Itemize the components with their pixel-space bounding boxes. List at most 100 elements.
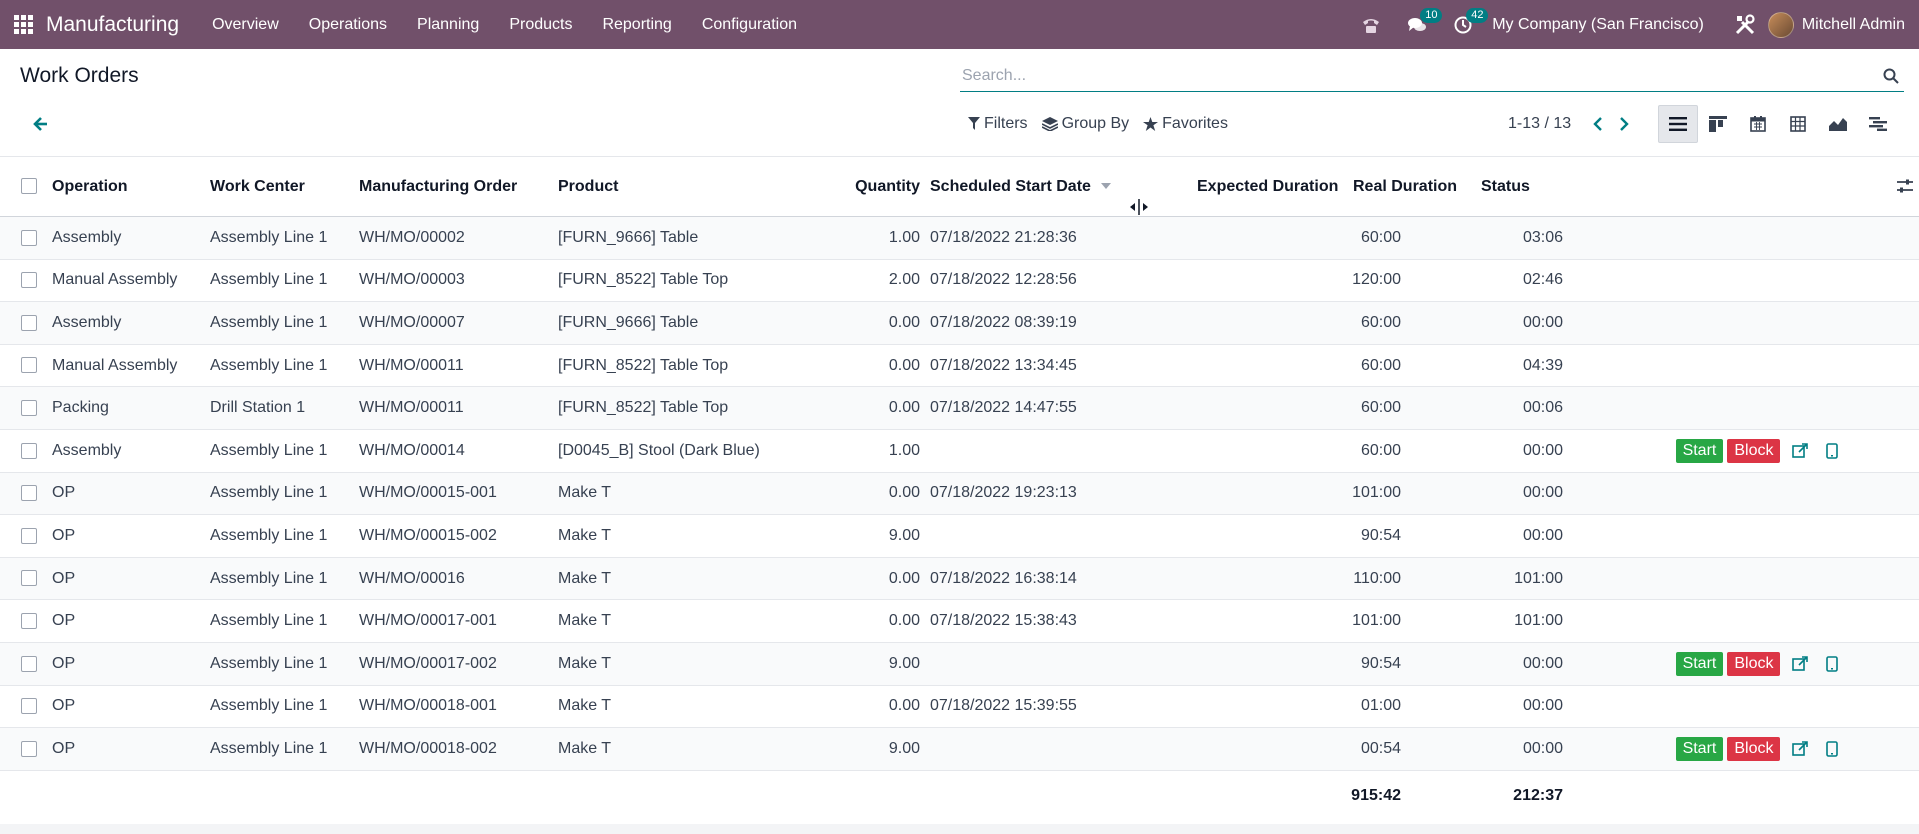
search-icon[interactable] [1878, 61, 1904, 91]
activities-clock-icon[interactable]: 42 [1440, 0, 1489, 49]
cell-quantity[interactable]: 0.00 [808, 344, 930, 388]
row-checkbox[interactable] [21, 740, 37, 757]
row-checkbox[interactable] [21, 399, 37, 416]
cell-product[interactable]: Make T [558, 599, 808, 643]
cell-product[interactable]: [FURN_9666] Table [558, 216, 808, 260]
block-button[interactable]: Block [1727, 651, 1781, 676]
row-checkbox[interactable] [21, 612, 37, 629]
cell-real-duration[interactable]: 00:00 [1421, 472, 1661, 516]
table-row[interactable]: OP Assembly Line 1 WH/MO/00017-002 Make T 9.… [0, 642, 1919, 686]
cell-expected-duration[interactable]: 60:00 [1249, 386, 1421, 430]
cell-scheduled-start[interactable] [930, 429, 1150, 473]
cell-real-duration[interactable]: 00:00 [1421, 642, 1661, 686]
gantt-view-icon[interactable] [1858, 105, 1898, 143]
open-external-icon[interactable] [1792, 739, 1809, 759]
cell-quantity[interactable]: 0.00 [808, 557, 930, 601]
cell-work-center[interactable]: Drill Station 1 [210, 386, 359, 430]
cell-expected-duration[interactable]: 60:00 [1249, 344, 1421, 388]
cell-expected-duration[interactable]: 60:00 [1249, 301, 1421, 345]
open-external-icon[interactable] [1792, 654, 1809, 674]
cell-real-duration[interactable]: 00:00 [1421, 727, 1661, 771]
row-checkbox[interactable] [21, 655, 37, 672]
row-checkbox[interactable] [21, 570, 37, 587]
cell-quantity[interactable]: 9.00 [808, 514, 930, 558]
graph-view-icon[interactable] [1818, 105, 1858, 143]
cell-expected-duration[interactable]: 101:00 [1249, 599, 1421, 643]
cell-expected-duration[interactable]: 60:00 [1249, 216, 1421, 260]
cell-quantity[interactable]: 0.00 [808, 472, 930, 516]
select-all-checkbox[interactable] [21, 178, 37, 195]
cell-scheduled-start[interactable]: 07/18/2022 19:23:13 [930, 472, 1150, 516]
phone-icon[interactable] [1348, 0, 1394, 49]
row-checkbox[interactable] [21, 698, 37, 715]
table-row[interactable]: OP Assembly Line 1 WH/MO/00018-002 Make T 9.… [0, 727, 1919, 771]
search-input[interactable] [960, 60, 1878, 91]
menu-operations[interactable]: Operations [294, 16, 402, 34]
table-row[interactable]: OP Assembly Line 1 WH/MO/00015-002 Make T 9.… [0, 514, 1919, 558]
cell-product[interactable]: [D0045_B] Stool (Dark Blue) [558, 429, 808, 473]
cell-scheduled-start[interactable]: 07/18/2022 21:28:36 [930, 216, 1150, 260]
cell-manufacturing-order[interactable]: WH/MO/00018-002 [359, 727, 558, 771]
cell-manufacturing-order[interactable]: WH/MO/00015-001 [359, 472, 558, 516]
cell-manufacturing-order[interactable]: WH/MO/00017-001 [359, 599, 558, 643]
cell-quantity[interactable]: 1.00 [808, 216, 930, 260]
col-real-duration[interactable]: Real Duration [1353, 156, 1593, 217]
cell-quantity[interactable]: 0.00 [808, 599, 930, 643]
col-operation[interactable]: Operation [52, 156, 210, 217]
cell-real-duration[interactable]: 101:00 [1421, 599, 1661, 643]
cell-product[interactable]: Make T [558, 685, 808, 729]
cell-manufacturing-order[interactable]: WH/MO/00003 [359, 259, 558, 303]
cell-real-duration[interactable]: 04:39 [1421, 344, 1661, 388]
cell-work-center[interactable]: Assembly Line 1 [210, 599, 359, 643]
table-row[interactable]: Manual Assembly Assembly Line 1 WH/MO/0000… [0, 259, 1919, 303]
cell-work-center[interactable]: Assembly Line 1 [210, 429, 359, 473]
cell-work-center[interactable]: Assembly Line 1 [210, 642, 359, 686]
row-checkbox[interactable] [21, 527, 37, 544]
cell-product[interactable]: [FURN_9666] Table [558, 301, 808, 345]
cell-product[interactable]: [FURN_8522] Table Top [558, 344, 808, 388]
cell-expected-duration[interactable]: 90:54 [1249, 642, 1421, 686]
cell-quantity[interactable]: 0.00 [808, 685, 930, 729]
cell-work-center[interactable]: Assembly Line 1 [210, 344, 359, 388]
cell-product[interactable]: Make T [558, 727, 808, 771]
filters-button[interactable]: Filters [968, 115, 1028, 133]
row-checkbox[interactable] [21, 229, 37, 246]
cell-expected-duration[interactable]: 101:00 [1249, 472, 1421, 516]
cell-expected-duration[interactable]: 90:54 [1249, 514, 1421, 558]
company-switcher[interactable]: My Company (San Francisco) [1486, 16, 1722, 34]
block-button[interactable]: Block [1727, 736, 1781, 761]
debug-tools-icon[interactable] [1722, 0, 1768, 49]
cell-manufacturing-order[interactable]: WH/MO/00015-002 [359, 514, 558, 558]
table-row[interactable]: OP Assembly Line 1 WH/MO/00015-001 Make T 0.… [0, 472, 1919, 516]
cell-scheduled-start[interactable]: 07/18/2022 13:34:45 [930, 344, 1150, 388]
cell-real-duration[interactable]: 02:46 [1421, 259, 1661, 303]
user-avatar[interactable] [1767, 11, 1794, 38]
row-checkbox[interactable] [21, 442, 37, 459]
open-external-icon[interactable] [1792, 441, 1809, 461]
cell-manufacturing-order[interactable]: WH/MO/00016 [359, 557, 558, 601]
cell-scheduled-start[interactable]: 07/18/2022 15:39:55 [930, 685, 1150, 729]
cell-operation[interactable]: OP [52, 685, 210, 729]
tablet-view-icon[interactable] [1826, 739, 1839, 759]
cell-manufacturing-order[interactable]: WH/MO/00011 [359, 344, 558, 388]
pager-previous-icon[interactable] [1585, 110, 1611, 138]
cell-operation[interactable]: OP [52, 642, 210, 686]
cell-operation[interactable]: Assembly [52, 429, 210, 473]
table-row[interactable]: OP Assembly Line 1 WH/MO/00017-001 Make T 0.… [0, 599, 1919, 643]
table-row[interactable]: Assembly Assembly Line 1 WH/MO/00007 [FURN_… [0, 301, 1919, 345]
cell-quantity[interactable]: 2.00 [808, 259, 930, 303]
cell-expected-duration[interactable]: 60:00 [1249, 429, 1421, 473]
block-button[interactable]: Block [1727, 438, 1781, 463]
cell-manufacturing-order[interactable]: WH/MO/00017-002 [359, 642, 558, 686]
pager-next-icon[interactable] [1611, 110, 1637, 138]
cell-real-duration[interactable]: 03:06 [1421, 216, 1661, 260]
menu-reporting[interactable]: Reporting [587, 16, 686, 34]
cell-work-center[interactable]: Assembly Line 1 [210, 685, 359, 729]
cell-manufacturing-order[interactable]: WH/MO/00011 [359, 386, 558, 430]
pager-value[interactable]: 1-13 / 13 [1508, 115, 1571, 133]
apps-menu-icon[interactable] [0, 0, 46, 49]
cell-real-duration[interactable]: 00:00 [1421, 429, 1661, 473]
cell-expected-duration[interactable]: 120:00 [1249, 259, 1421, 303]
groupby-button[interactable]: Group By [1041, 115, 1129, 133]
optional-columns-icon[interactable] [1897, 178, 1913, 199]
